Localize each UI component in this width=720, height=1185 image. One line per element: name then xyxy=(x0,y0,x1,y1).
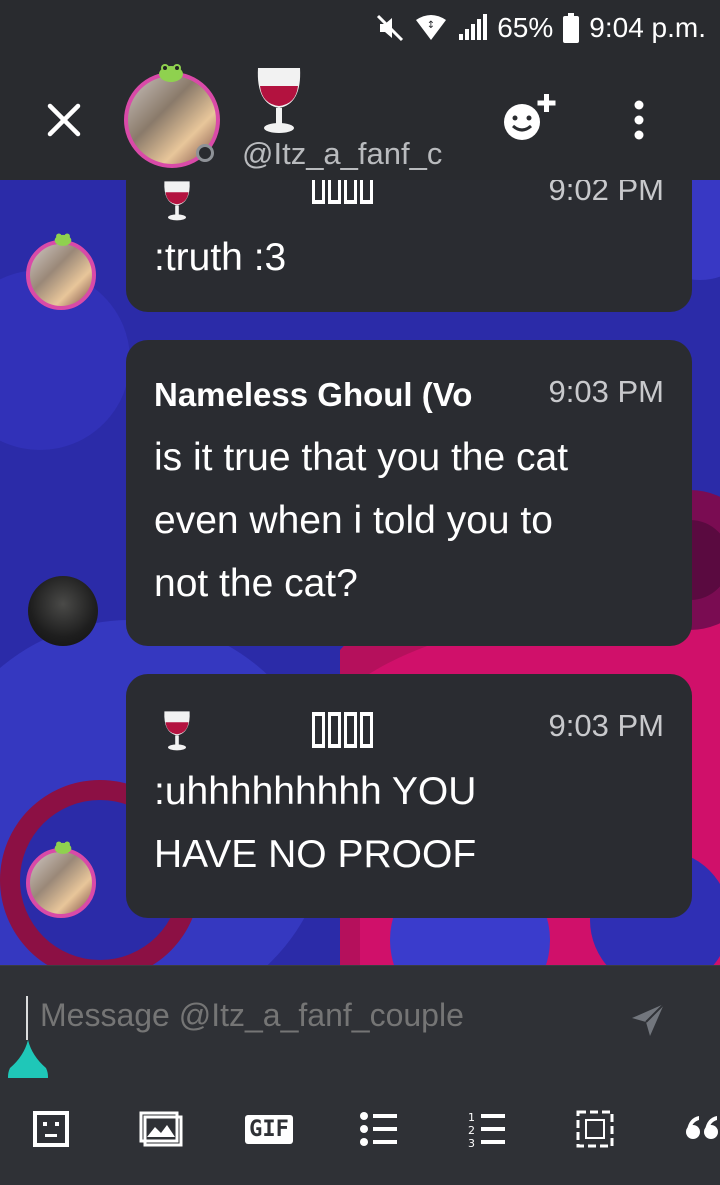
message-input[interactable] xyxy=(38,996,542,1035)
message-text-line: even when i told you to xyxy=(154,499,553,542)
message-text-line: not the cat? xyxy=(154,562,358,605)
avatar[interactable] xyxy=(26,240,96,310)
message-bubble[interactable]: Nameless Ghoul (Vo 9:03 PM is it true th… xyxy=(126,340,692,646)
bulleted-list-icon[interactable] xyxy=(356,1106,402,1152)
message-text-line: HAVE NO PROOF xyxy=(154,833,477,876)
message-author[interactable]: Nameless Ghoul (Vo xyxy=(154,376,514,414)
send-icon[interactable] xyxy=(630,1002,666,1038)
avatar[interactable] xyxy=(26,848,96,918)
svg-text:3: 3 xyxy=(468,1137,475,1149)
message-text: :truth :3 xyxy=(154,236,287,279)
quote-icon[interactable] xyxy=(680,1106,720,1152)
status-indicator xyxy=(196,144,214,162)
nogiph-badge-icon xyxy=(312,712,374,748)
avatar[interactable] xyxy=(28,576,98,646)
gif-icon[interactable]: GIF xyxy=(245,1106,293,1152)
dm-username[interactable]: @Itz_a_fanf_c xyxy=(242,136,452,172)
wifi-icon: ↕ xyxy=(415,14,447,42)
message-text-line: is it true that you the cat xyxy=(154,436,569,479)
svg-text:1: 1 xyxy=(468,1111,475,1124)
gif-label: GIF xyxy=(245,1114,293,1144)
message-text-line: :uhhhhhhhhh YOU xyxy=(154,770,477,813)
signal-icon xyxy=(457,14,488,42)
nogiph-badge-icon xyxy=(312,180,374,204)
message-bubble[interactable]: 9:02 PM :truth :3 xyxy=(126,180,692,312)
close-icon[interactable] xyxy=(44,100,84,140)
message-timestamp: 9:03 PM xyxy=(548,374,664,409)
frog-decoration-icon xyxy=(54,232,72,246)
frog-decoration-icon xyxy=(54,840,72,854)
message-composer xyxy=(0,965,720,1079)
wine-glass-icon xyxy=(162,180,192,222)
formatting-toolbar: GIF 123 xyxy=(0,1078,720,1185)
message-timestamp: 9:02 PM xyxy=(548,180,664,207)
more-vertical-icon[interactable] xyxy=(630,100,648,140)
wine-glass-icon xyxy=(162,708,192,752)
wine-glass-icon xyxy=(254,64,304,134)
clock: 9:04 p.m. xyxy=(589,12,706,43)
text-cursor xyxy=(26,996,28,1040)
image-icon[interactable] xyxy=(138,1106,184,1152)
mute-icon xyxy=(375,13,405,43)
sticker-icon[interactable] xyxy=(28,1106,74,1152)
spoiler-icon[interactable] xyxy=(572,1106,618,1152)
svg-text:2: 2 xyxy=(468,1124,475,1137)
battery-icon xyxy=(563,13,580,43)
svg-text:↕: ↕ xyxy=(427,20,435,31)
frog-decoration-icon xyxy=(158,62,184,82)
numbered-list-icon[interactable]: 123 xyxy=(464,1106,510,1152)
add-friend-icon[interactable] xyxy=(500,92,562,144)
chat-area[interactable]: 9:02 PM :truth :3 Nameless Ghoul (Vo 9:0… xyxy=(0,180,720,965)
status-bar: ↕ 65% 9:04 p.m. xyxy=(0,0,720,56)
message-bubble[interactable]: 9:03 PM :uhhhhhhhhh YOU HAVE NO PROOF xyxy=(126,674,692,918)
message-timestamp: 9:03 PM xyxy=(548,708,664,743)
battery-percent: 65% xyxy=(497,12,554,43)
